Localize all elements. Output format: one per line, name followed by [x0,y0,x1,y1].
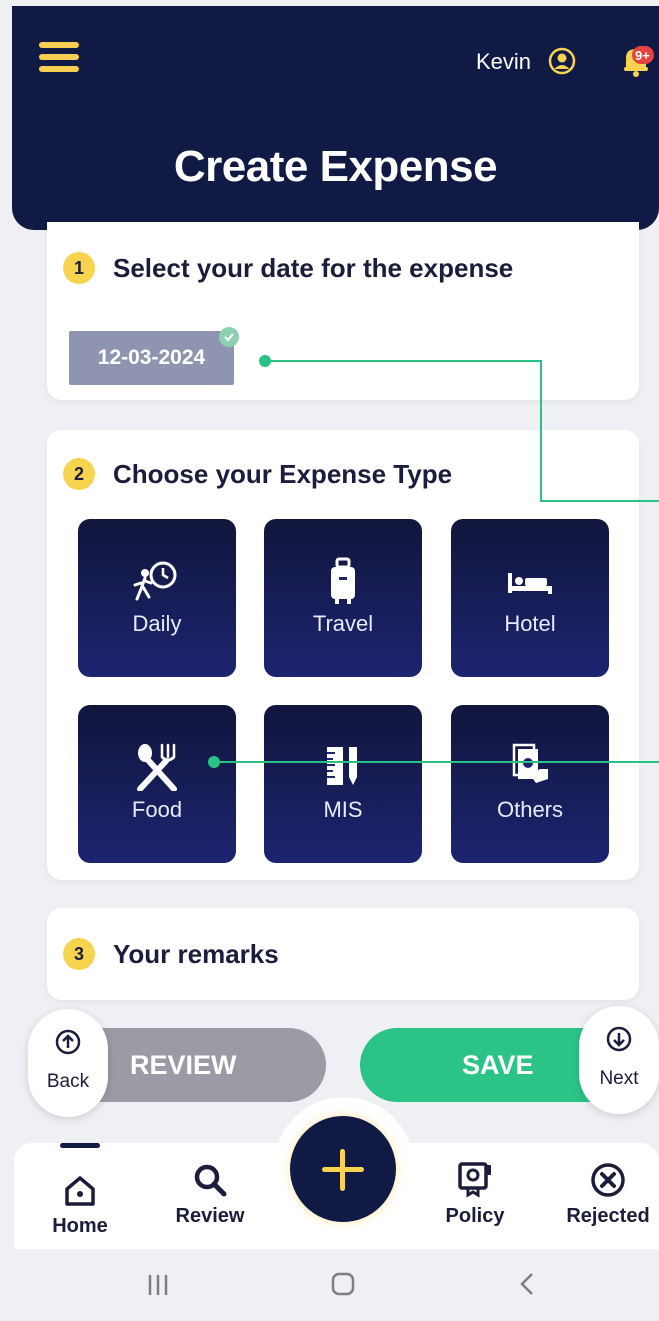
tile-label: Others [496,797,564,822]
step-1-heading: 1 Select your date for the expense [63,252,513,284]
daily-clock-icon [133,561,177,601]
tile-label: Hotel [504,611,556,636]
connector-line [540,500,659,502]
expense-type-others[interactable]: Others [451,705,609,863]
tile-label: Daily [132,611,182,636]
step-2-heading: 2 Choose your Expense Type [63,458,452,490]
nav-rejected[interactable]: Rejected [560,1161,656,1228]
step-3-heading: 3 Your remarks [63,938,279,970]
fork-spoon-icon [137,743,177,791]
step-label: Your remarks [113,938,279,969]
nav-label: Rejected [566,1205,650,1227]
nav-review[interactable]: Review [164,1161,256,1228]
nav-policy[interactable]: Policy [432,1161,518,1228]
policy-icon [458,1162,491,1198]
connector-line [540,360,542,502]
search-icon [194,1164,227,1197]
plus-icon [340,1149,345,1191]
app-header: Kevin 9+ Create Expense [12,6,659,230]
step-number: 2 [63,458,95,490]
check-icon [219,327,239,347]
home-system-icon[interactable] [330,1271,356,1297]
notification-badge: 9+ [635,48,650,63]
nav-home[interactable]: Home [42,1173,118,1238]
next-label: Next [599,1068,639,1089]
close-circle-icon [591,1163,625,1197]
step-label: Select your date for the expense [113,252,514,283]
tile-label: MIS [323,797,363,822]
system-nav-bar [0,1249,659,1321]
step-number: 3 [63,938,95,970]
expense-type-mis[interactable]: MIS [264,705,422,863]
menu-icon[interactable] [39,42,79,76]
expense-type-hotel[interactable]: Hotel [451,519,609,677]
ruler-pencil-icon [327,747,357,785]
nav-label: Review [175,1205,245,1227]
luggage-icon [331,557,355,604]
home-icon [65,1176,95,1206]
remarks-section[interactable]: 3 Your remarks [47,908,639,1000]
expense-type-travel[interactable]: Travel [264,519,422,677]
connector-line [214,761,659,763]
tile-label: Food [131,797,183,822]
user-name[interactable]: Kevin [476,49,531,75]
date-section: 1 Select your date for the expense 12-03… [47,222,639,400]
expense-type-section: 2 Choose your Expense Type Daily Travel [47,430,639,880]
notification-bell-icon[interactable]: 9+ [616,40,656,80]
bed-icon [508,573,552,594]
expense-type-food[interactable]: Food [78,705,236,863]
tile-label: Travel [312,611,374,636]
arrow-up-circle-icon [55,1029,81,1055]
recent-apps-icon[interactable] [146,1273,170,1297]
back-label: Back [46,1071,90,1092]
next-button[interactable]: Next [579,1006,659,1114]
active-indicator [60,1143,100,1148]
step-label: Choose your Expense Type [113,458,453,489]
arrow-down-circle-icon [606,1026,632,1052]
back-button[interactable]: Back [28,1009,108,1117]
money-hand-icon [512,743,548,783]
date-picker-field[interactable]: 12-03-2024 [69,331,234,385]
step-number: 1 [63,252,95,284]
connector-line [265,360,541,362]
back-system-icon[interactable] [516,1271,540,1297]
nav-label: Policy [445,1205,505,1227]
nav-label: Home [52,1215,108,1237]
page-title: Create Expense [173,142,498,191]
user-avatar-icon[interactable] [548,47,576,75]
expense-type-daily[interactable]: Daily [78,519,236,677]
